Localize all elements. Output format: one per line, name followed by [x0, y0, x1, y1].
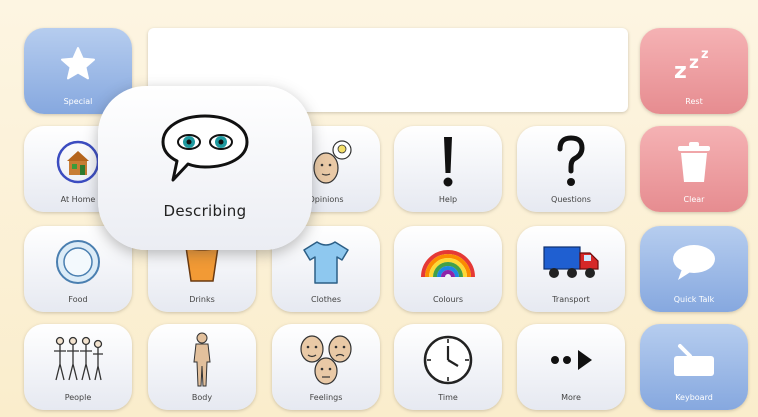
tile-label: Food [68, 295, 88, 304]
describing-popup[interactable]: Describing [98, 86, 312, 250]
tile-label: Quick Talk [673, 295, 715, 304]
trash-icon [640, 134, 748, 190]
tile-label: Transport [552, 295, 590, 304]
tile-label: At Home [60, 195, 96, 204]
colours-tile[interactable]: Colours [394, 226, 502, 312]
tile-label: Drinks [189, 295, 215, 304]
zzz-icon: z z z [640, 36, 748, 92]
more-arrow-icon [517, 332, 625, 388]
keyboard-icon [640, 332, 748, 388]
body-tile[interactable]: Body [148, 324, 256, 410]
tile-label: Body [191, 393, 213, 402]
transport-tile[interactable]: Transport [517, 226, 625, 312]
people-tile[interactable]: People [24, 324, 132, 410]
tile-label: Special [63, 97, 93, 106]
tile-label: Keyboard [675, 393, 713, 402]
question-mark-icon [517, 134, 625, 190]
time-tile[interactable]: Time [394, 324, 502, 410]
speech-bubble-icon [640, 234, 748, 290]
tile-label: Questions [551, 195, 591, 204]
tile-label: Colours [432, 295, 464, 304]
clear-tile[interactable]: Clear [640, 126, 748, 212]
popup-label: Describing [163, 202, 247, 220]
faces-icon [272, 332, 380, 388]
more-tile[interactable]: More [517, 324, 625, 410]
help-tile[interactable]: Help [394, 126, 502, 212]
tile-label: More [561, 393, 581, 402]
star-icon [24, 36, 132, 92]
tile-label: Opinions [308, 195, 344, 204]
truck-icon [517, 234, 625, 290]
tile-label: People [64, 393, 92, 402]
questions-tile[interactable]: Questions [517, 126, 625, 212]
tile-label: Feelings [309, 393, 343, 402]
tile-label: Rest [685, 97, 703, 106]
aac-board: Special z z z Rest At Home Opinions Help… [0, 0, 758, 417]
svg-text:z: z [701, 47, 709, 62]
exclamation-icon [394, 134, 502, 190]
tile-label: Clear [683, 195, 705, 204]
rest-tile[interactable]: z z z Rest [640, 28, 748, 114]
people-icon [24, 332, 132, 388]
rainbow-icon [394, 234, 502, 290]
tile-label: Clothes [311, 295, 341, 304]
tile-label: Time [438, 393, 458, 402]
plate-icon [24, 234, 132, 290]
clock-icon [394, 332, 502, 388]
speech-bubble-eyes-icon [159, 112, 251, 190]
body-icon [148, 332, 256, 388]
feelings-tile[interactable]: Feelings [272, 324, 380, 410]
quick-talk-tile[interactable]: Quick Talk [640, 226, 748, 312]
keyboard-tile[interactable]: Keyboard [640, 324, 748, 410]
svg-text:z: z [689, 53, 699, 73]
tile-label: Help [438, 195, 458, 204]
svg-text:z: z [674, 59, 687, 84]
